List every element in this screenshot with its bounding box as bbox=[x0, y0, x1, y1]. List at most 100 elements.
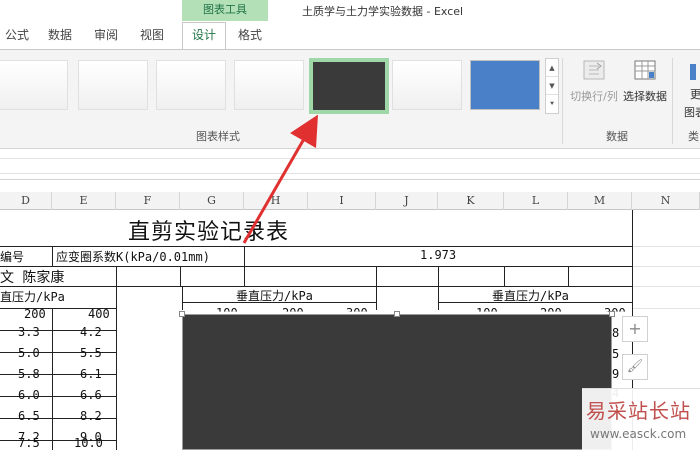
column-header[interactable]: K bbox=[438, 192, 504, 210]
gridline bbox=[632, 246, 700, 247]
column-header[interactable]: N bbox=[632, 192, 700, 210]
column-header[interactable]: H bbox=[244, 192, 308, 210]
brush-icon: 🖌 bbox=[626, 359, 644, 374]
gridline bbox=[632, 286, 700, 287]
select-data-button[interactable]: 选择数据 bbox=[622, 58, 668, 104]
type-group-label: 类 bbox=[688, 130, 699, 143]
gallery-down-icon[interactable]: ▼ bbox=[546, 77, 558, 95]
border-line bbox=[52, 308, 53, 450]
watermark: 易采站长站 www.easck.com bbox=[582, 388, 700, 450]
label-cell: 应变圈系数K(kPa/0.01mm) bbox=[56, 250, 210, 264]
ribbon-body: ▲ ▼ ⯆ 切换行/列 选择数据 更 图表 图表样式 数据 类 bbox=[0, 49, 700, 149]
table-cell: 6.6 bbox=[80, 388, 102, 402]
table-cell: 4.2 bbox=[80, 325, 102, 339]
plus-icon: + bbox=[628, 319, 642, 338]
column-headers: D E F G H I J K L M N bbox=[0, 192, 700, 210]
watermark-url: www.easck.com bbox=[590, 427, 687, 441]
gallery-up-icon[interactable]: ▲ bbox=[546, 59, 558, 77]
label-cell: 编号 bbox=[0, 250, 25, 264]
column-header[interactable]: F bbox=[116, 192, 180, 210]
value-cell: 1.973 bbox=[420, 248, 457, 262]
tab-view[interactable]: 视图 bbox=[134, 23, 170, 47]
border-line bbox=[182, 286, 183, 310]
table-cell: 3.3 bbox=[18, 325, 40, 339]
table-cell: 8.2 bbox=[80, 409, 102, 423]
resize-handle[interactable] bbox=[609, 311, 615, 317]
gallery-more-icon[interactable]: ⯆ bbox=[546, 95, 558, 113]
table-cell: 5.0 bbox=[18, 346, 40, 360]
data-group-label: 数据 bbox=[606, 130, 628, 143]
header-cell: 垂直压力/kPa bbox=[236, 289, 313, 303]
chart-elements-button[interactable]: + bbox=[622, 316, 648, 342]
chart-style-blue[interactable] bbox=[470, 60, 540, 110]
border-line bbox=[244, 266, 245, 286]
gridline bbox=[632, 308, 700, 309]
chart-style-2[interactable] bbox=[78, 60, 148, 110]
table-cell: 6.1 bbox=[80, 367, 102, 381]
header-cell: 直压力/kPa bbox=[0, 290, 65, 304]
window-title: 土质学与土力学实验数据 - Excel bbox=[302, 5, 464, 18]
chart-type-icon bbox=[690, 64, 696, 80]
chart-object[interactable] bbox=[182, 314, 612, 450]
border-line bbox=[0, 266, 632, 267]
switch-row-column-button[interactable]: 切换行/列 bbox=[568, 58, 620, 104]
border-line bbox=[504, 266, 505, 286]
resize-handle[interactable] bbox=[394, 311, 400, 317]
partial-button-top-label: 更 bbox=[690, 88, 700, 101]
partial-button-bottom-label: 图表 bbox=[684, 106, 700, 119]
column-header[interactable]: D bbox=[0, 192, 52, 210]
tab-format[interactable]: 格式 bbox=[230, 23, 270, 47]
table-cell: 6.5 bbox=[18, 409, 40, 423]
gridline bbox=[632, 266, 700, 267]
resize-handle[interactable] bbox=[179, 311, 185, 317]
table-cell: 7.5 bbox=[18, 436, 40, 450]
select-data-label: 选择数据 bbox=[623, 90, 667, 103]
select-data-icon bbox=[634, 60, 656, 80]
formula-input[interactable] bbox=[0, 158, 700, 174]
border-line bbox=[0, 246, 632, 247]
chart-styles-button[interactable]: 🖌 bbox=[622, 354, 648, 380]
tab-review[interactable]: 审阅 bbox=[88, 23, 124, 47]
table-cell: 8 bbox=[612, 326, 620, 340]
chart-style-dark-selected[interactable] bbox=[309, 58, 389, 114]
table-cell: 6.0 bbox=[18, 388, 40, 402]
chart-style-6[interactable] bbox=[392, 60, 462, 110]
header-cell: 垂直压力/kPa bbox=[492, 289, 569, 303]
tab-data[interactable]: 数据 bbox=[42, 23, 78, 47]
border-line bbox=[52, 246, 53, 266]
change-chart-type-button[interactable]: 更 图表 bbox=[678, 58, 700, 119]
border-line bbox=[180, 266, 181, 286]
watermark-logo-text: 易采站长站 bbox=[586, 399, 691, 423]
table-cell: 5.8 bbox=[18, 367, 40, 381]
switch-row-column-icon bbox=[583, 60, 605, 80]
table-cell: 200 bbox=[24, 307, 46, 321]
border-line bbox=[116, 266, 117, 450]
table-cell: 9 bbox=[612, 367, 620, 381]
tab-formulas[interactable]: 公式 bbox=[0, 23, 34, 47]
group-divider bbox=[672, 58, 673, 144]
chart-styles-group-label: 图表样式 bbox=[196, 130, 240, 143]
chart-style-1[interactable] bbox=[0, 60, 68, 110]
column-header[interactable]: J bbox=[376, 192, 438, 210]
formula-bar bbox=[0, 150, 700, 180]
table-cell: 5 bbox=[612, 347, 620, 361]
border-line bbox=[438, 266, 439, 310]
column-header[interactable]: G bbox=[180, 192, 244, 210]
border-line bbox=[568, 266, 569, 286]
table-title: 直剪实验记录表 bbox=[128, 220, 290, 245]
column-header[interactable]: M bbox=[568, 192, 632, 210]
tab-design[interactable]: 设计 bbox=[182, 22, 226, 49]
label-cell: 文 陈家康 bbox=[0, 270, 65, 286]
chart-style-3[interactable] bbox=[156, 60, 226, 110]
chart-style-4[interactable] bbox=[234, 60, 304, 110]
switch-row-column-label: 切换行/列 bbox=[570, 90, 618, 103]
border-line bbox=[244, 246, 245, 266]
group-divider bbox=[562, 58, 563, 144]
column-header[interactable]: L bbox=[504, 192, 568, 210]
column-header[interactable]: I bbox=[308, 192, 376, 210]
chart-tools-context-label: 图表工具 bbox=[182, 0, 268, 21]
gallery-scroll[interactable]: ▲ ▼ ⯆ bbox=[545, 58, 559, 114]
table-cell: 5.5 bbox=[80, 346, 102, 360]
column-header[interactable]: E bbox=[52, 192, 116, 210]
table-cell: 10.0 bbox=[74, 436, 103, 450]
